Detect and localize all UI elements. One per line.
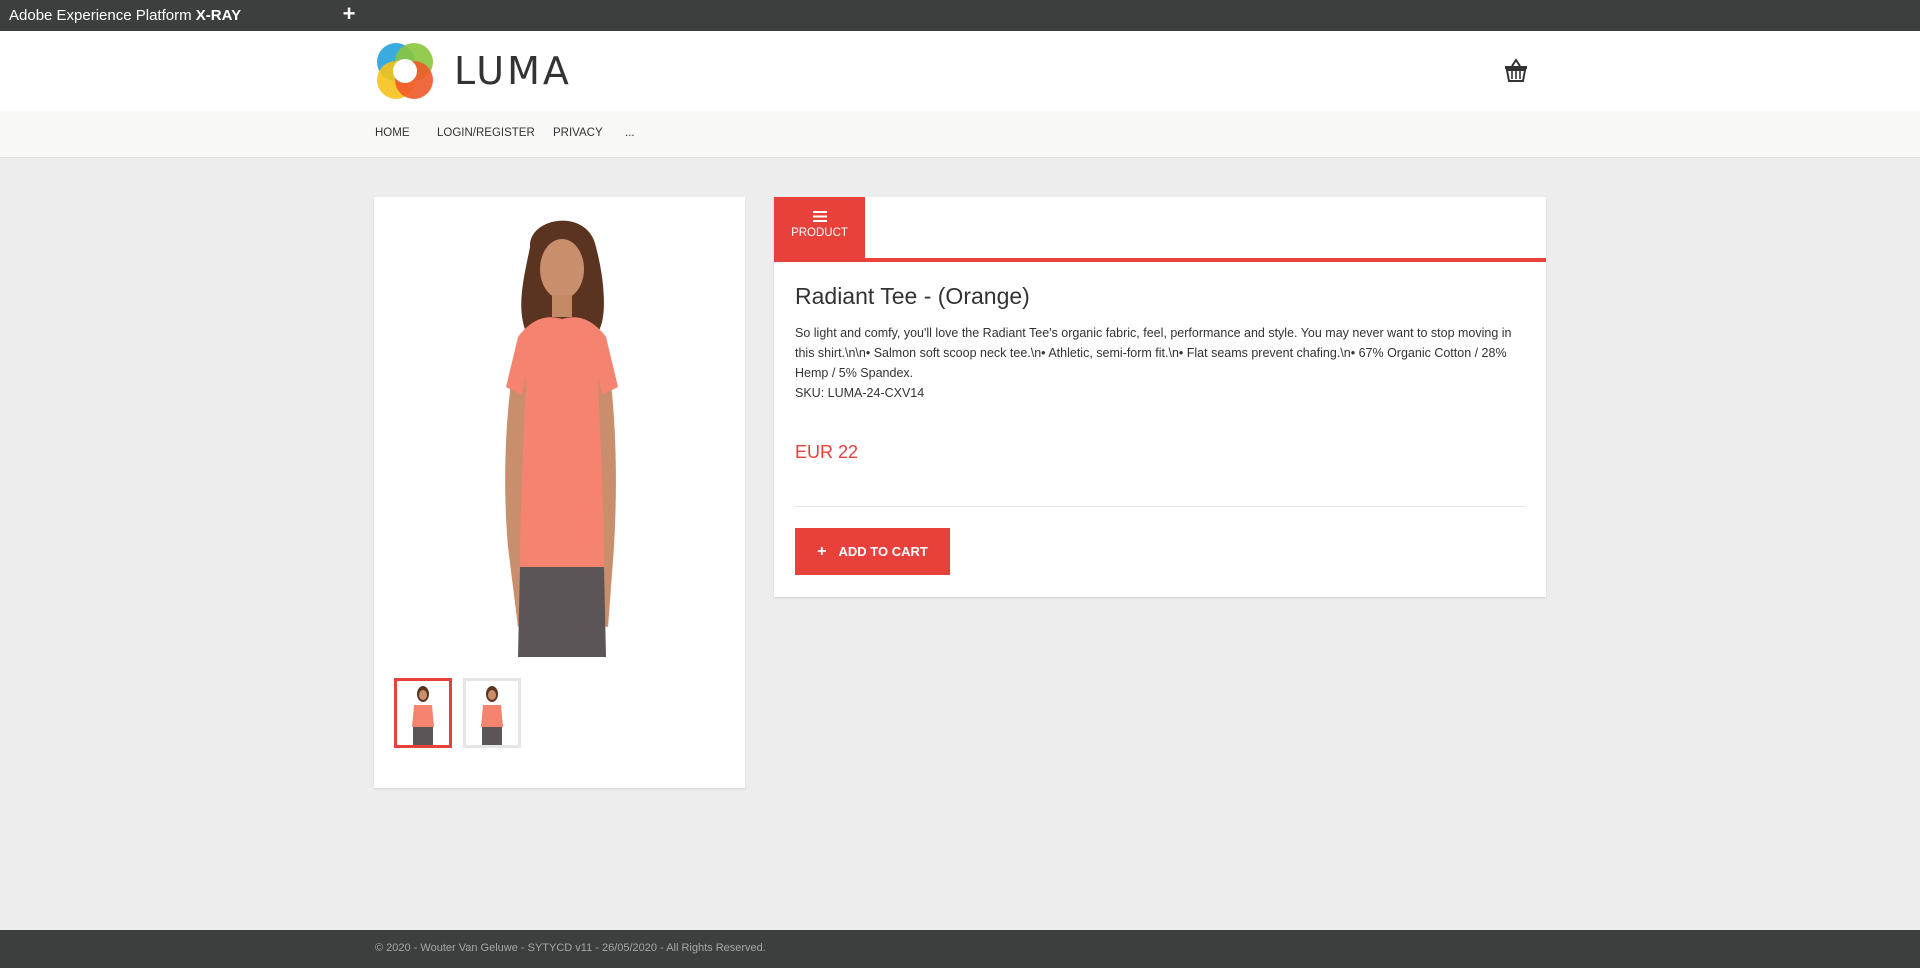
xray-toolbar: Adobe Experience Platform X-RAY + bbox=[0, 0, 1920, 31]
thumbnail-1[interactable] bbox=[394, 678, 452, 748]
main-nav: HOME LOGIN/REGISTER PRIVACY ... bbox=[0, 111, 1920, 158]
add-to-cart-button[interactable]: + ADD TO CART bbox=[795, 528, 950, 575]
add-icon[interactable]: + bbox=[339, 2, 359, 26]
product-description: So light and comfy, you'll love the Radi… bbox=[795, 326, 1512, 380]
product-details: PRODUCT Radiant Tee - (Orange) So light … bbox=[774, 197, 1546, 597]
site-header: LUMA bbox=[0, 31, 1920, 111]
xray-title-bold: X-RAY bbox=[195, 7, 242, 24]
xray-title: Adobe Experience Platform X-RAY bbox=[9, 7, 241, 24]
tab-product[interactable]: PRODUCT bbox=[774, 197, 865, 258]
site-footer: © 2020 - Wouter Van Geluwe - SYTYCD v11 … bbox=[0, 930, 1920, 968]
menu-icon bbox=[812, 211, 827, 222]
product-title: Radiant Tee - (Orange) bbox=[795, 283, 1030, 309]
nav-item-privacy[interactable]: PRIVACY bbox=[553, 127, 603, 139]
thumbnail-image bbox=[412, 686, 434, 745]
product-gallery bbox=[374, 197, 745, 788]
footer-copyright: © 2020 - Wouter Van Geluwe - SYTYCD v11 … bbox=[375, 942, 766, 954]
tab-underline bbox=[774, 258, 1546, 262]
product-main-image[interactable] bbox=[458, 207, 658, 657]
nav-item-home[interactable]: HOME bbox=[375, 127, 410, 139]
tab-product-label: PRODUCT bbox=[791, 227, 848, 239]
nav-item-more[interactable]: ... bbox=[625, 127, 635, 139]
luma-logo-icon bbox=[377, 43, 433, 99]
basket-icon[interactable] bbox=[1502, 57, 1530, 85]
add-to-cart-label: ADD TO CART bbox=[838, 544, 928, 559]
product-sku: SKU: LUMA-24-CXV14 bbox=[795, 386, 925, 400]
product-price: EUR 22 bbox=[795, 442, 859, 462]
thumbnail-2[interactable] bbox=[463, 678, 521, 748]
thumbnail-image bbox=[481, 686, 503, 745]
luma-logo[interactable]: LUMA bbox=[374, 40, 572, 102]
plus-icon: + bbox=[817, 542, 827, 560]
divider bbox=[795, 506, 1525, 507]
xray-title-prefix: Adobe Experience Platform bbox=[9, 7, 196, 24]
logo-text: LUMA bbox=[454, 49, 572, 93]
nav-item-login-register[interactable]: LOGIN/REGISTER bbox=[437, 127, 535, 139]
